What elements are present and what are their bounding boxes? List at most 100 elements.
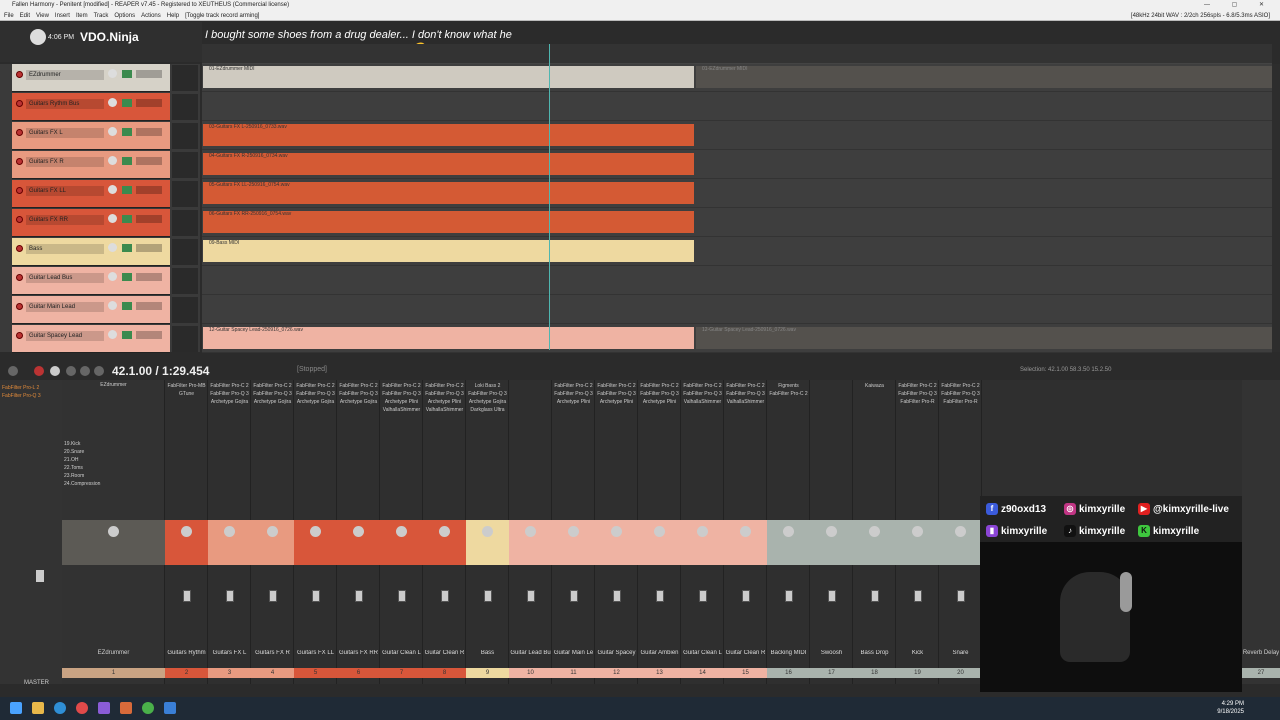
track-lane[interactable]: 01-EZdrummer MIDI 01-EZdrummer MIDI <box>202 64 1272 92</box>
pan-knob[interactable] <box>568 526 579 537</box>
media-item[interactable]: 12-Guitar Spacey Lead-250916_0726.wav <box>203 327 694 349</box>
ez-fx[interactable]: EZdrummer <box>62 382 165 388</box>
edge-icon[interactable] <box>54 702 66 714</box>
track-row[interactable]: Guitar Spacey Lead <box>12 325 170 353</box>
fx-slot[interactable]: FabFilter Pro-Q 3 <box>424 390 465 398</box>
pan-knob[interactable] <box>181 526 192 537</box>
volume-knob[interactable] <box>108 185 117 194</box>
send-item[interactable]: 24.Compression <box>64 480 165 488</box>
menu-item[interactable]: Item <box>76 13 88 19</box>
reaper-icon[interactable] <box>120 702 132 714</box>
fx-slot[interactable]: FabFilter Pro-Q 3 <box>295 390 336 398</box>
volume-knob[interactable] <box>108 272 117 281</box>
record-arm-icon[interactable] <box>16 274 23 281</box>
track-row[interactable]: Guitars Rythm Bus <box>12 93 170 121</box>
media-item[interactable]: 05-Guitars FX LL-250916_0754.wav <box>203 182 694 204</box>
fx-slot[interactable]: Archetype Gojira <box>467 398 508 406</box>
fx-button[interactable] <box>122 70 132 78</box>
fx-slot[interactable]: Archetype Plini <box>596 398 637 406</box>
fx-slot[interactable]: FabFilter Pro-C 2 <box>596 382 637 390</box>
fx-slot[interactable]: FabFilter Pro-MB <box>166 382 207 390</box>
record-arm-icon[interactable] <box>16 216 23 223</box>
fx-slot[interactable]: FabFilter Pro-C 2 <box>338 382 379 390</box>
master-fader[interactable] <box>36 570 44 582</box>
chrome-icon[interactable] <box>76 702 88 714</box>
volume-fader[interactable] <box>441 590 449 602</box>
record-arm-icon[interactable] <box>16 332 23 339</box>
fx-slot[interactable]: FabFilter Pro-C 2 <box>768 390 809 398</box>
record-arm-icon[interactable] <box>16 129 23 136</box>
fx-button[interactable] <box>122 186 132 194</box>
fx-button[interactable] <box>122 157 132 165</box>
record-arm-icon[interactable] <box>16 100 23 107</box>
fx-slot[interactable]: GTune <box>166 390 207 398</box>
track-row[interactable]: Bass <box>12 238 170 266</box>
send-item[interactable]: 23.Room <box>64 472 165 480</box>
fx-slot[interactable]: FabFilter Pro-C 2 <box>639 382 680 390</box>
pan-knob[interactable] <box>396 526 407 537</box>
track-row[interactable]: Guitar Lead Bus <box>12 267 170 295</box>
volume-knob[interactable] <box>108 127 117 136</box>
track-name[interactable]: Guitars Rythm Bus <box>26 99 104 109</box>
menu-options[interactable]: Options <box>114 13 135 19</box>
file-explorer-icon[interactable] <box>32 702 44 714</box>
volume-fader[interactable] <box>527 590 535 602</box>
volume-fader[interactable] <box>355 590 363 602</box>
window-controls[interactable]: — ▢ ✕ <box>1204 0 1274 11</box>
fx-slot[interactable]: Darkglass Ultra <box>467 406 508 414</box>
track-name[interactable]: Guitars FX R <box>26 157 104 167</box>
fx-slot[interactable]: Figments <box>768 382 809 390</box>
track-row[interactable]: Guitar Main Lead <box>12 296 170 324</box>
route-button[interactable] <box>136 302 162 310</box>
route-button[interactable] <box>136 273 162 281</box>
pan-knob[interactable] <box>783 526 794 537</box>
fx-button[interactable] <box>122 215 132 223</box>
track-name[interactable]: Guitar Lead Bus <box>26 273 104 283</box>
pan-knob[interactable] <box>353 526 364 537</box>
vertical-scrollbar[interactable] <box>1272 64 1280 352</box>
master-fx-2[interactable]: FabFilter Pro-Q 3 <box>2 392 60 400</box>
volume-fader[interactable] <box>699 590 707 602</box>
volume-knob[interactable] <box>108 214 117 223</box>
fx-slot[interactable]: FabFilter Pro-Q 3 <box>940 390 981 398</box>
media-item[interactable]: 03-Guitars FX L-250916_0733.wav <box>203 124 694 146</box>
menu-file[interactable]: File <box>4 13 14 19</box>
master-fx-list[interactable]: FabFilter Pro-L 2 FabFilter Pro-Q 3 <box>2 384 60 400</box>
pan-knob[interactable] <box>439 526 450 537</box>
volume-knob[interactable] <box>108 98 117 107</box>
fx-slot[interactable]: FabFilter Pro-Q 3 <box>467 390 508 398</box>
fx-slot[interactable]: FabFilter Pro-Q 3 <box>338 390 379 398</box>
fx-slot[interactable]: FabFilter Pro-C 2 <box>424 382 465 390</box>
pan-knob[interactable] <box>267 526 278 537</box>
volume-fader[interactable] <box>785 590 793 602</box>
record-arm-icon[interactable] <box>16 245 23 252</box>
fx-button[interactable] <box>122 99 132 107</box>
track-lane[interactable]: 04-Guitars FX R-250916_0734.wav <box>202 151 1272 179</box>
route-button[interactable] <box>136 157 162 165</box>
fx-slot[interactable]: FabFilter Pro-R <box>940 398 981 406</box>
send-item[interactable]: 19.Kick <box>64 440 165 448</box>
playhead-cursor[interactable] <box>549 44 550 350</box>
volume-fader[interactable] <box>269 590 277 602</box>
fx-slot[interactable]: FabFilter Pro-Q 3 <box>209 390 250 398</box>
route-button[interactable] <box>136 70 162 78</box>
pan-knob[interactable] <box>826 526 837 537</box>
fx-button[interactable] <box>122 128 132 136</box>
fx-slot[interactable]: Archetype Gojira <box>295 398 336 406</box>
media-item[interactable]: 04-Guitars FX R-250916_0734.wav <box>203 153 694 175</box>
media-item-ghost[interactable]: 12-Guitar Spacey Lead-250916_0726.wav <box>696 327 1272 349</box>
fx-slot[interactable]: Archetype Plini <box>424 398 465 406</box>
fx-slot[interactable]: FabFilter Pro-C 2 <box>381 382 422 390</box>
track-name[interactable]: Guitar Main Lead <box>26 302 104 312</box>
app-icon[interactable] <box>164 702 176 714</box>
fx-slot[interactable]: FabFilter Pro-Q 3 <box>639 390 680 398</box>
media-item[interactable]: 06-Guitars FX RR-250916_0754.wav <box>203 211 694 233</box>
master-fx-1[interactable]: FabFilter Pro-L 2 <box>2 384 60 392</box>
volume-fader[interactable] <box>828 590 836 602</box>
record-arm-icon[interactable] <box>16 303 23 310</box>
windows-start-icon[interactable] <box>10 702 22 714</box>
fx-slot[interactable]: FabFilter Pro-Q 3 <box>682 390 723 398</box>
fx-slot[interactable]: FabFilter Pro-C 2 <box>209 382 250 390</box>
volume-knob[interactable] <box>108 301 117 310</box>
media-item-ghost[interactable]: 01-EZdrummer MIDI <box>696 66 1272 88</box>
